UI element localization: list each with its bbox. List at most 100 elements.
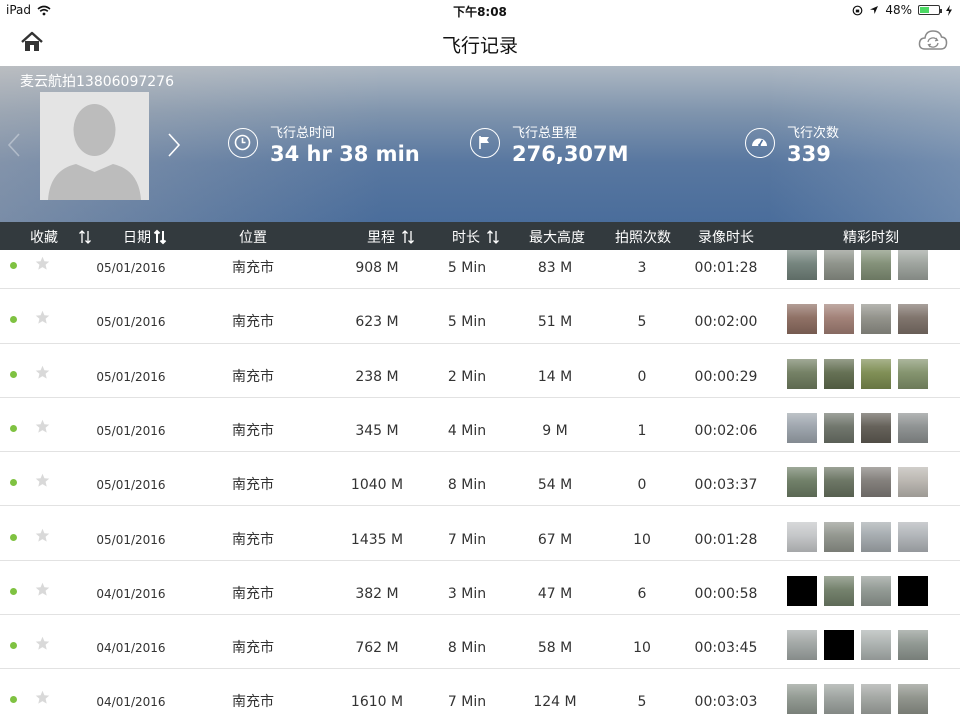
table-row[interactable]: 05/01/2016 南充市 623 M 5 Min 51 M 5 00:02:00 [0, 289, 960, 344]
cloud-sync-icon[interactable] [918, 28, 948, 54]
chevron-right-icon[interactable] [166, 132, 182, 158]
chevron-left-icon[interactable] [6, 132, 22, 158]
header-duration[interactable]: 时长 [452, 227, 500, 247]
status-dot [10, 642, 17, 650]
highlight-thumbnail[interactable] [861, 304, 891, 335]
cell-distance: 762 M [355, 640, 399, 657]
cell-distance: 908 M [355, 260, 399, 276]
clock-icon [228, 128, 258, 158]
star-icon[interactable] [35, 419, 50, 434]
avatar[interactable] [40, 92, 149, 200]
table-row[interactable]: 05/01/2016 南充市 908 M 5 Min 83 M 3 00:01:28 [0, 250, 960, 290]
table-row[interactable]: 05/01/2016 南充市 345 M 4 Min 9 M 1 00:02:06 [0, 398, 960, 453]
highlight-thumbnail[interactable] [787, 412, 817, 443]
cell-photos: 0 [637, 368, 647, 385]
highlight-thumbnail[interactable] [861, 684, 891, 715]
table-row[interactable]: 05/01/2016 南充市 238 M 2 Min 14 M 0 00:00:29 [0, 344, 960, 398]
cell-distance: 623 M [355, 314, 399, 331]
highlight-thumbnail[interactable] [787, 250, 817, 280]
cell-max-height: 51 M [537, 314, 573, 331]
highlight-thumbnail[interactable] [898, 358, 928, 389]
highlight-thumbnail[interactable] [824, 521, 854, 552]
highlight-thumbnail[interactable] [898, 630, 928, 661]
profile-banner: 麦云航拍13806097276 飞行总时间 34 hr 38 min 飞行总里程… [0, 66, 960, 222]
highlight-thumbnail[interactable] [898, 304, 928, 335]
highlight-thumbnail[interactable] [824, 467, 854, 498]
table-row[interactable]: 05/01/2016 南充市 1435 M 7 Min 67 M 10 00:01:28 [0, 507, 960, 561]
highlight-thumbnails [787, 412, 928, 443]
highlight-thumbnail[interactable] [898, 521, 928, 552]
status-time: 下午8:08 [453, 5, 507, 19]
cell-date: 05/01/2016 [96, 369, 166, 384]
highlight-thumbnail[interactable] [824, 412, 854, 443]
nav-bar: 飞行记录 [0, 20, 960, 66]
highlight-thumbnail[interactable] [787, 684, 817, 715]
star-icon[interactable] [35, 582, 50, 597]
star-icon[interactable] [35, 636, 50, 651]
highlight-thumbnails [787, 304, 928, 335]
highlight-thumbnail[interactable] [898, 250, 928, 280]
table-row[interactable]: 05/01/2016 南充市 1040 M 8 Min 54 M 0 00:03:37 [0, 452, 960, 507]
highlight-thumbnail[interactable] [898, 684, 928, 715]
cell-location: 南充市 [232, 694, 274, 711]
header-location: 位置 [239, 230, 267, 246]
table-row[interactable]: 04/01/2016 南充市 1610 M 7 Min 124 M 5 00:03:03 [0, 669, 960, 720]
highlight-thumbnail[interactable] [898, 412, 928, 443]
highlight-thumbnail[interactable] [787, 575, 817, 606]
highlight-thumbnail[interactable] [787, 521, 817, 552]
default-avatar-icon [40, 92, 149, 200]
header-date[interactable]: 日期 [123, 227, 167, 247]
highlight-thumbnail[interactable] [861, 250, 891, 280]
flight-record-list: 05/01/2016 南充市 908 M5 Min 83 M 3 00:01:28 05/0… [0, 250, 960, 720]
cell-video-duration: 00:00:29 [694, 368, 758, 385]
sort-icon [153, 229, 167, 245]
header-highlights: 精彩时刻 [843, 230, 899, 246]
header-video-duration: 录像时长 [698, 230, 754, 246]
cell-max-height: 58 M [537, 640, 573, 657]
header-distance[interactable]: 里程 [367, 227, 415, 247]
highlight-thumbnail[interactable] [861, 575, 891, 606]
highlight-thumbnail[interactable] [824, 250, 854, 280]
highlight-thumbnail[interactable] [861, 358, 891, 389]
highlight-thumbnail[interactable] [824, 358, 854, 389]
cell-video-duration: 00:03:03 [694, 694, 758, 711]
highlight-thumbnail[interactable] [824, 630, 854, 661]
cell-distance: 345 M [355, 422, 399, 439]
highlight-thumbnail[interactable] [787, 630, 817, 661]
star-icon[interactable] [35, 690, 50, 705]
cell-duration: 5 Min [447, 314, 487, 331]
status-dot [10, 316, 17, 324]
highlight-thumbnail[interactable] [898, 575, 928, 606]
username: 麦云航拍13806097276 [20, 74, 174, 90]
cell-date: 04/01/2016 [96, 641, 166, 656]
table-row[interactable]: 04/01/2016 南充市 382 M 3 Min 47 M 6 00:00:58 [0, 561, 960, 616]
cell-duration: 7 Min [447, 531, 487, 548]
highlight-thumbnail[interactable] [787, 467, 817, 498]
highlight-thumbnail[interactable] [861, 467, 891, 498]
highlight-thumbnail[interactable] [824, 304, 854, 335]
header-favorite[interactable]: 收藏 [30, 227, 92, 247]
status-dot [10, 370, 17, 378]
status-dot [10, 587, 17, 595]
highlight-thumbnail[interactable] [824, 684, 854, 715]
cell-photos: 3 [637, 260, 647, 276]
star-icon[interactable] [35, 256, 50, 271]
highlight-thumbnail[interactable] [787, 304, 817, 335]
highlight-thumbnail[interactable] [861, 412, 891, 443]
highlight-thumbnail[interactable] [898, 467, 928, 498]
stat-label: 飞行总时间 [270, 126, 336, 141]
status-dot [10, 533, 17, 541]
star-icon[interactable] [35, 473, 50, 488]
star-icon[interactable] [35, 310, 50, 325]
highlight-thumbnail[interactable] [787, 358, 817, 389]
star-icon[interactable] [35, 528, 50, 543]
highlight-thumbnail[interactable] [861, 521, 891, 552]
status-bar: iPad 下午8:08 48% [0, 0, 960, 20]
table-row[interactable]: 04/01/2016 南充市 762 M 8 Min 58 M 10 00:03:45 [0, 615, 960, 670]
cell-location: 南充市 [232, 422, 274, 439]
sort-icon [402, 230, 414, 244]
highlight-thumbnail[interactable] [861, 630, 891, 661]
cell-video-duration: 00:01:28 [694, 260, 758, 276]
highlight-thumbnail[interactable] [824, 575, 854, 606]
star-icon[interactable] [35, 365, 50, 380]
